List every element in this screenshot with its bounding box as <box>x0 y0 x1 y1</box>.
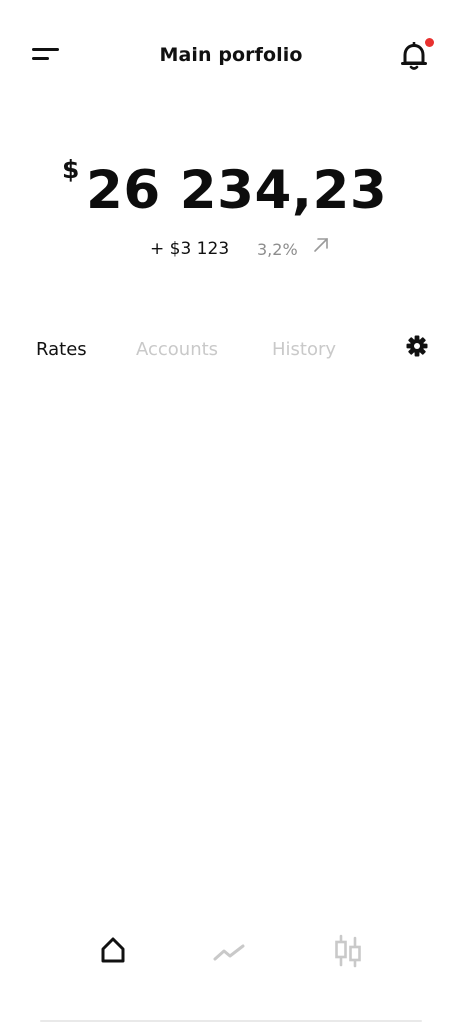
notification-badge <box>425 38 434 47</box>
currency-symbol: $ <box>62 155 80 184</box>
gear-icon <box>406 335 428 357</box>
balance-amount: 26 234,23 <box>86 160 388 221</box>
bell-icon <box>401 42 427 70</box>
tab-bar: Rates Accounts History <box>0 325 462 377</box>
chart-line-icon <box>213 944 245 961</box>
page-title: Main porfolio <box>159 44 303 66</box>
balance-section: $ 26 234,23 + $3 123 3,2% <box>0 150 462 270</box>
nav-trading[interactable] <box>326 928 370 972</box>
bottom-navigation <box>0 920 462 990</box>
candlestick-icon <box>335 934 361 968</box>
tab-history[interactable]: History <box>272 339 336 360</box>
rates-content <box>0 380 462 900</box>
settings-button[interactable] <box>404 333 430 359</box>
change-percent: 3,2% <box>257 240 298 259</box>
arrow-up-right-icon <box>314 238 328 252</box>
notifications-button[interactable] <box>398 38 434 74</box>
home-indicator <box>40 1020 422 1022</box>
tab-rates[interactable]: Rates <box>36 339 87 360</box>
tab-accounts[interactable]: Accounts <box>136 339 218 360</box>
nav-home[interactable] <box>91 928 135 972</box>
change-amount: + $3 123 <box>150 239 230 259</box>
app-screen: Main porfolio $ 26 234,23 + $3 123 3,2% … <box>0 0 462 1024</box>
home-icon <box>101 937 125 963</box>
nav-markets[interactable] <box>208 928 252 972</box>
header: Main porfolio <box>0 0 462 110</box>
